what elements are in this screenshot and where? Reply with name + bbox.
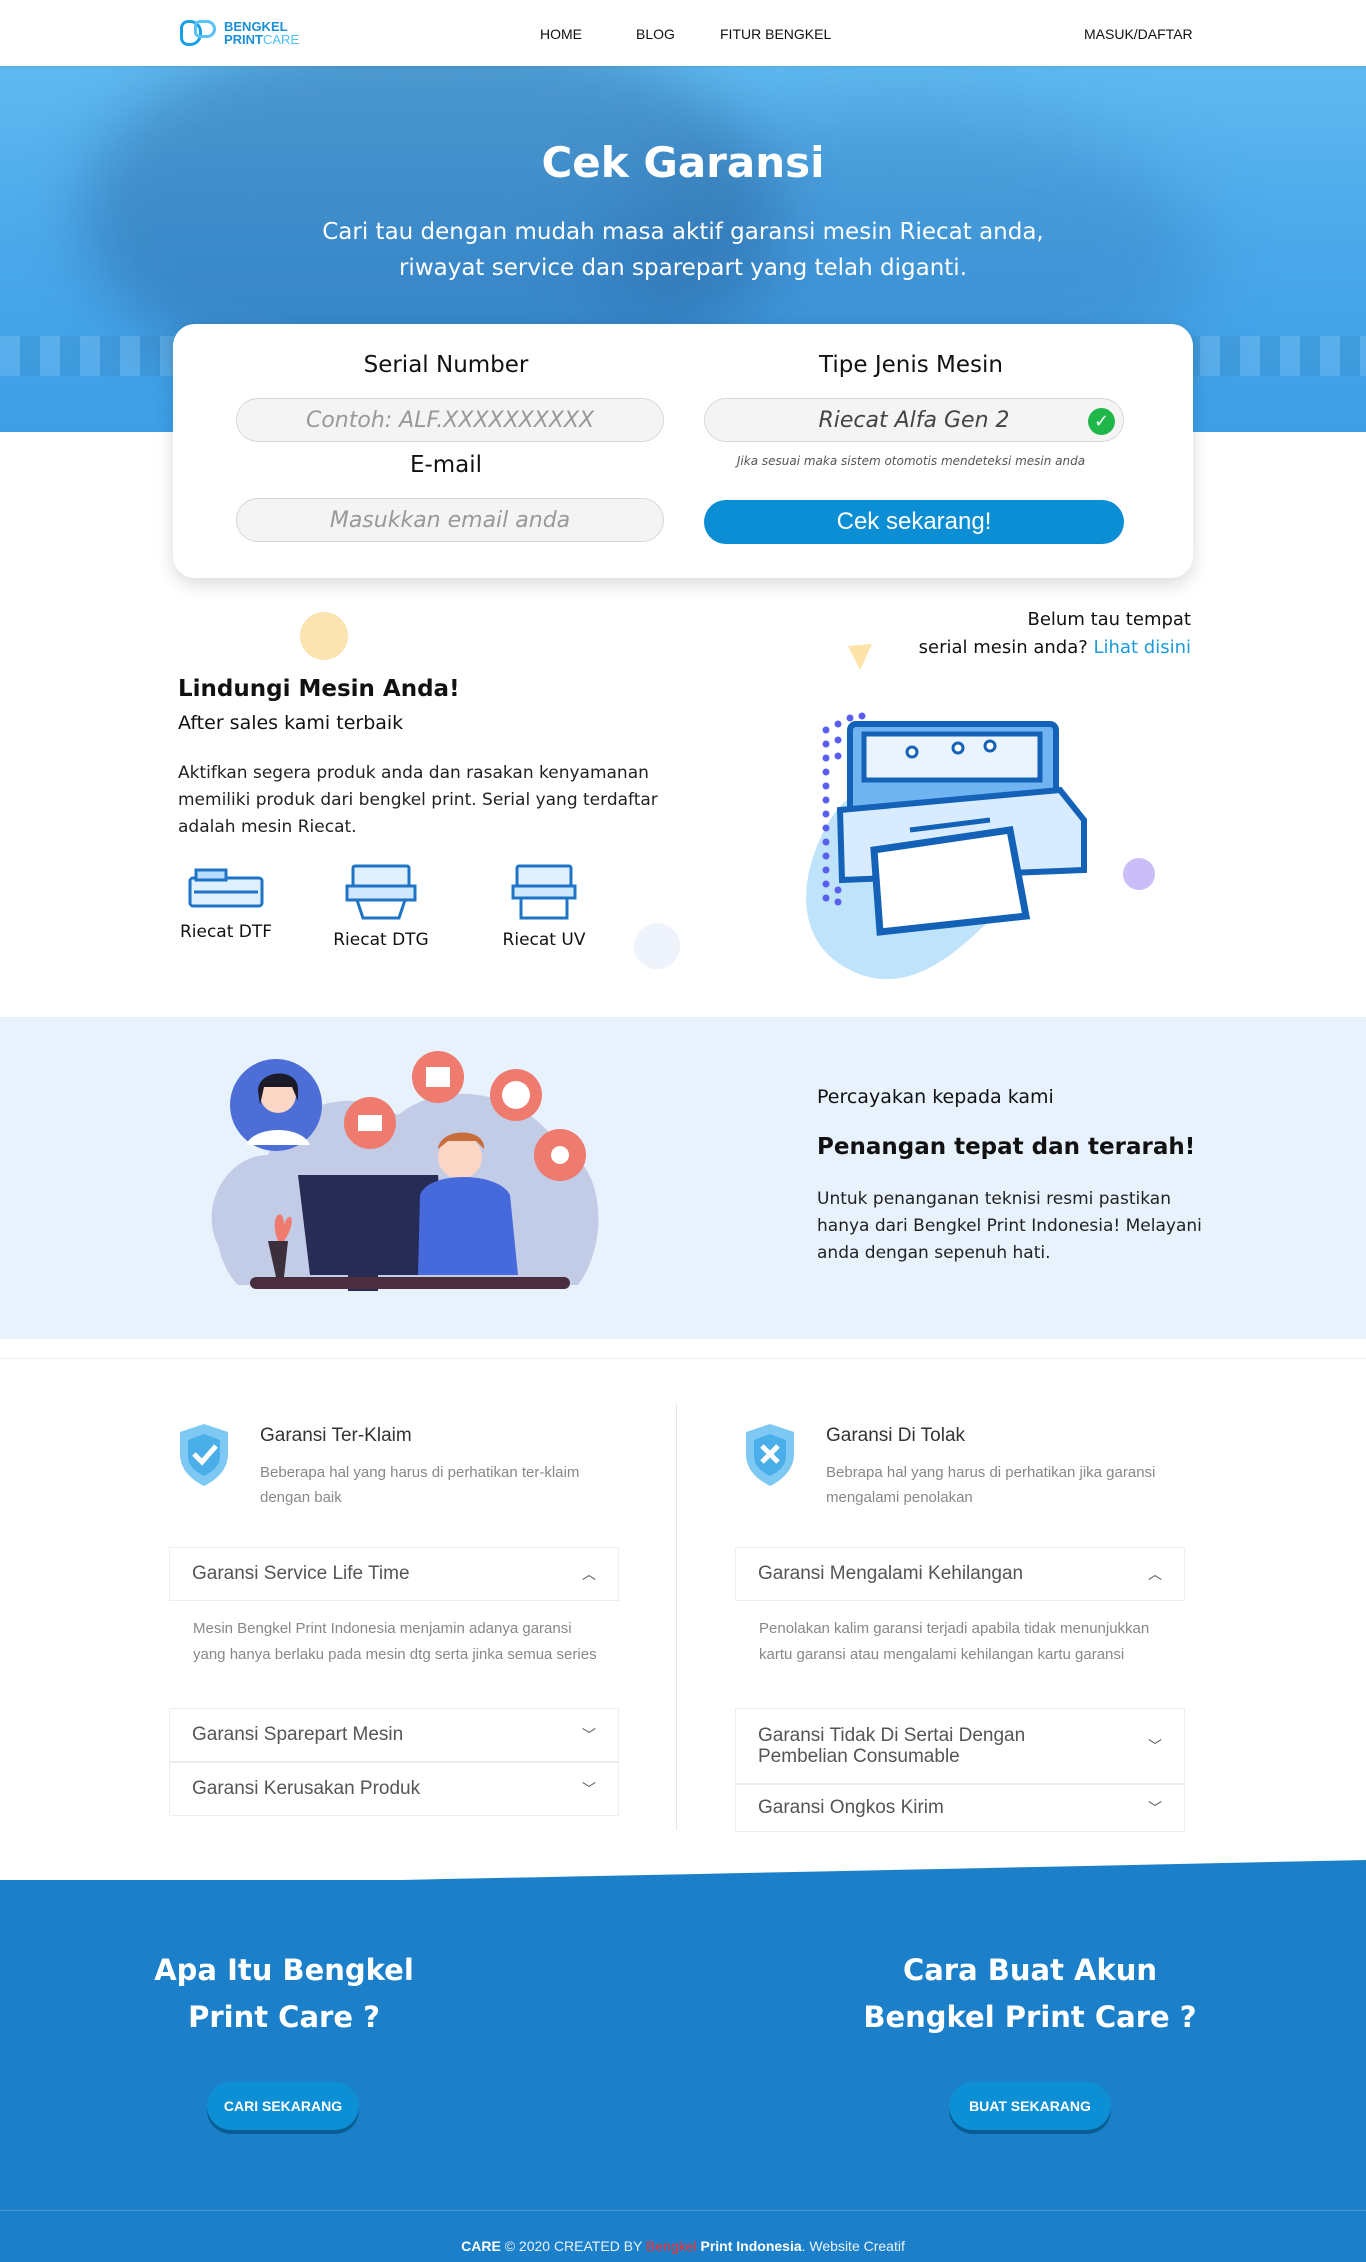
footer-divider <box>0 2210 1366 2211</box>
decor-triangle <box>848 644 872 670</box>
accordion-kerusakan-produk[interactable]: Garansi Kerusakan Produk ﹀ <box>169 1762 619 1816</box>
nav-login[interactable]: MASUK/DAFTAR <box>1084 26 1193 42</box>
find-serial-hint: Belum tau tempat serial mesin anda? Liha… <box>918 609 1191 658</box>
protect-subtitle: After sales kami terbaik <box>178 712 404 734</box>
warranty-check-form: Serial Number Contoh: ALF.XXXXXXXXXX E-m… <box>173 324 1193 578</box>
claimed-title: Garansi Ter-Klaim <box>260 1425 412 1446</box>
nav-fitur-bengkel[interactable]: FITUR BENGKEL <box>720 26 831 42</box>
serial-label: Serial Number <box>363 352 529 378</box>
email-input[interactable]: Masukkan email anda <box>236 498 664 542</box>
printer-uv-icon <box>511 864 577 920</box>
printer-dtf-icon <box>188 868 264 908</box>
machine-type-field[interactable]: Riecat Alfa Gen 2 ✓ <box>704 398 1124 442</box>
shield-check-icon <box>180 1424 228 1486</box>
serial-number-input[interactable]: Contoh: ALF.XXXXXXXXXX <box>236 398 664 442</box>
logo-line2a: PRINT <box>224 32 263 47</box>
cta-section <box>0 1880 1366 2262</box>
accordion-ongkos-kirim[interactable]: Garansi Ongkos Kirim ﹀ <box>735 1784 1185 1832</box>
cta-left-title: Apa Itu Bengkel Print Care ? <box>154 1953 414 2034</box>
hero-subtitle: Cari tau dengan mudah masa aktif garansi… <box>322 219 1044 281</box>
check-circle-icon: ✓ <box>1088 408 1115 435</box>
machine-uv-label: Riecat UV <box>502 930 586 950</box>
check-now-button[interactable]: Cek sekarang! <box>704 500 1124 544</box>
support-illustration <box>211 1051 599 1291</box>
hero-title: Cek Garansi <box>541 138 825 187</box>
accordion-sparepart[interactable]: Garansi Sparepart Mesin ﹀ <box>169 1708 619 1762</box>
accordion-kehilangan[interactable]: Garansi Mengalami Kehilangan ︿ <box>735 1547 1185 1601</box>
accordion-body-kehilangan: Penolakan kalim garansi terjadi apabila … <box>759 1620 1150 1663</box>
section-divider <box>0 1358 1366 1359</box>
email-label: E-mail <box>409 452 483 478</box>
machine-dtg-label: Riecat DTG <box>333 930 429 950</box>
machine-dtf-label: Riecat DTF <box>179 922 273 942</box>
decor-circle <box>634 923 680 969</box>
accordion-service-lifetime[interactable]: Garansi Service Life Time ︿ <box>169 1547 619 1601</box>
machine-type-label: Tipe Jenis Mesin <box>819 352 1003 378</box>
protect-title: Lindungi Mesin Anda! <box>178 676 460 702</box>
shield-x-icon <box>746 1424 794 1486</box>
logo-mark-icon <box>178 18 220 48</box>
column-divider <box>676 1404 677 1830</box>
accordion-consumable[interactable]: Garansi Tidak Di Sertai Dengan Pembelian… <box>735 1708 1185 1784</box>
trust-kicker: Percayakan kepada kami <box>817 1086 1054 1108</box>
chevron-down-icon: ﹀ <box>582 1781 596 1797</box>
chevron-down-icon: ﹀ <box>582 1727 596 1743</box>
brand-logo[interactable]: BENGKEL PRINTCARE <box>178 18 299 48</box>
chevron-up-icon: ︿ <box>582 1566 596 1582</box>
printer-illustration <box>806 712 1087 980</box>
chevron-up-icon: ︿ <box>1148 1566 1162 1582</box>
chevron-down-icon: ﹀ <box>1148 1738 1162 1754</box>
chevron-down-icon: ﹀ <box>1148 1800 1162 1816</box>
decor-circle <box>1123 858 1155 890</box>
decor-circle <box>300 612 348 660</box>
machine-dtf[interactable]: Riecat DTF <box>166 862 286 942</box>
logo-line2b: CARE <box>263 32 300 47</box>
top-navbar: BENGKEL PRINTCARE HOME BLOG FITUR BENGKE… <box>0 0 1366 66</box>
machine-type-hint: Jika sesuai maka sistem otomotis mendete… <box>736 454 1086 468</box>
trust-title: Penangan tepat dan terarah! <box>817 1134 1196 1160</box>
search-now-button[interactable]: CARI SEKARANG <box>207 2082 359 2130</box>
rejected-description: Bebrapa hal yang harus di perhatikan jik… <box>826 1464 1156 1506</box>
find-serial-link[interactable]: Lihat disini <box>1094 637 1191 658</box>
rejected-title: Garansi Di Tolak <box>826 1425 966 1446</box>
protect-description: Aktifkan segera produk anda dan rasakan … <box>178 763 658 837</box>
claimed-description: Beberapa hal yang harus di perhatikan te… <box>260 1464 580 1506</box>
trust-description: Untuk penanganan teknisi resmi pastikan … <box>817 1189 1202 1263</box>
nav-blog[interactable]: BLOG <box>636 26 675 42</box>
machine-type-value: Riecat Alfa Gen 2 <box>818 407 1010 433</box>
accordion-body-service-lifetime: Mesin Bengkel Print Indonesia menjamin a… <box>193 1620 597 1663</box>
machine-dtg[interactable]: Riecat DTG <box>321 862 441 950</box>
cta-right-title: Cara Buat Akun Bengkel Print Care ? <box>863 1953 1197 2034</box>
machine-uv[interactable]: Riecat UV <box>484 862 604 950</box>
create-now-button[interactable]: BUAT SEKARANG <box>949 2082 1111 2130</box>
footer-copyright: CARE © 2020 CREATED BY Bengkel Print Ind… <box>461 2238 905 2254</box>
printer-dtg-icon <box>345 864 417 920</box>
nav-home[interactable]: HOME <box>540 26 582 42</box>
